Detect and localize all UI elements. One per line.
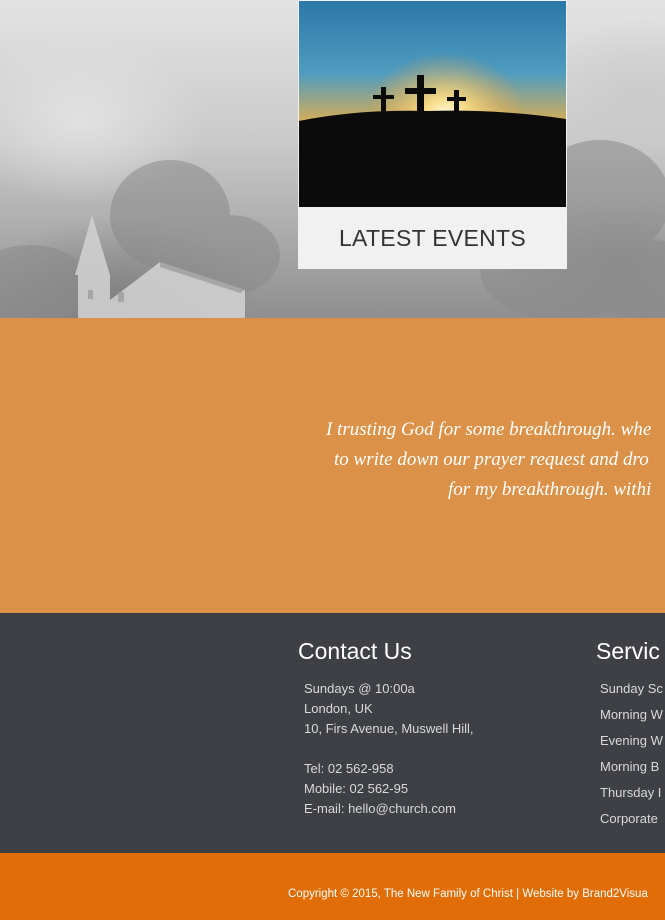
service-item: Thursday I xyxy=(600,785,662,800)
credit-prefix: Website by xyxy=(522,888,583,900)
email-label: E-mail: xyxy=(304,801,349,816)
three-crosses-icon xyxy=(299,1,566,207)
credit-link[interactable]: Brand2Visua xyxy=(582,888,648,900)
footer-info: Contact Us Sundays @ 10:00a London, UK 1… xyxy=(0,613,665,853)
service-item: Morning W xyxy=(600,707,663,722)
contact-tel: Tel: 02 562-958 xyxy=(304,761,394,776)
service-item: Morning B xyxy=(600,759,660,774)
latest-events-title[interactable]: LATEST EVENTS xyxy=(298,207,567,269)
hero-section: LATEST EVENTS xyxy=(0,0,665,318)
testimonial-line-1: I trusting God for some breakthrough. wh… xyxy=(326,419,652,440)
event-photo[interactable] xyxy=(299,1,566,207)
service-item: Sunday Sc xyxy=(600,681,663,696)
testimonial-line-2: to write down our prayer request and dro xyxy=(334,449,649,470)
latest-events-card[interactable]: LATEST EVENTS xyxy=(298,0,567,269)
email-link[interactable]: hello@church.com xyxy=(348,801,456,816)
contact-city: London, UK xyxy=(304,701,373,716)
contact-email: E-mail: hello@church.com xyxy=(304,801,456,816)
testimonial-line-3: for my breakthrough. withi xyxy=(448,479,652,500)
services-heading: Servic xyxy=(596,638,660,664)
copyright-text: Copyright © 2015, The New Family of Chri… xyxy=(288,888,648,900)
service-item: Evening W xyxy=(600,733,663,748)
contact-mobile: Mobile: 02 562-95 xyxy=(304,781,409,796)
contact-heading: Contact Us xyxy=(298,638,412,664)
service-item: Corporate xyxy=(600,811,658,826)
copyright-notice: Copyright © 2015, The New Family of Chri… xyxy=(288,888,513,900)
separator: | xyxy=(512,888,523,900)
copyright-bar: Copyright © 2015, The New Family of Chri… xyxy=(0,853,665,920)
testimonial-section: I trusting God for some breakthrough. wh… xyxy=(0,318,665,613)
contact-address: 10, Firs Avenue, Muswell Hill, xyxy=(304,721,474,736)
service-hours: Sundays @ 10:00a xyxy=(304,681,415,696)
